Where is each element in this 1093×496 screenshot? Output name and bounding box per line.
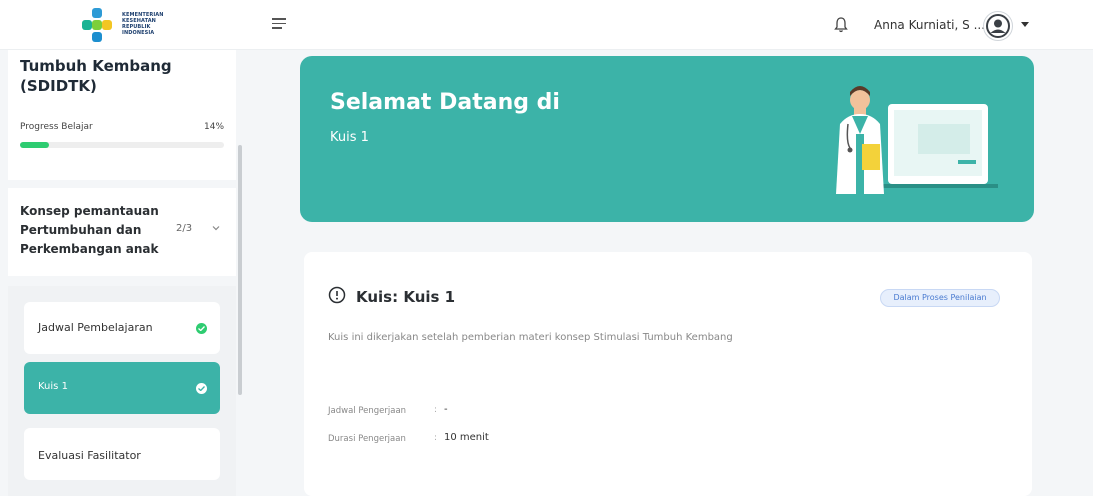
schedule-value: - (444, 404, 448, 415)
quiz-title: Kuis: Kuis 1 (356, 288, 456, 306)
caret-down-icon[interactable] (1021, 22, 1029, 27)
duration-label: Durasi Pengerjaan (328, 434, 406, 444)
status-badge: Dalam Proses Penilaian (880, 289, 1000, 307)
lesson-list: Jadwal Pembelajaran Kuis 1 Evaluasi Fasi… (8, 286, 236, 496)
alert-circle-icon (328, 286, 346, 304)
progress-label: Progress Belajar (20, 122, 93, 132)
course-title: Tumbuh Kembang (SDIDTK) (20, 57, 172, 95)
logo-text: KEMENTERIAN KESEHATAN REPUBLIK INDONESIA (122, 12, 164, 36)
duration-separator: : (434, 433, 438, 443)
lesson-item-evaluasi-fasilitator[interactable]: Evaluasi Fasilitator (24, 428, 220, 480)
doctor-illustration (836, 86, 998, 194)
schedule-separator: : (434, 405, 438, 415)
progress-bar (20, 142, 224, 148)
lesson-label: Jadwal Pembelajaran (38, 321, 153, 334)
lesson-label: Evaluasi Fasilitator (38, 449, 141, 462)
welcome-banner: Selamat Datang di Kuis 1 (300, 56, 1034, 222)
progress-percent: 14% (204, 122, 225, 132)
chevron-down-icon[interactable] (212, 224, 220, 232)
logo-line: INDONESIA (122, 30, 155, 36)
lesson-item-jadwal-pembelajaran[interactable]: Jadwal Pembelajaran (24, 302, 220, 354)
hamburger-icon[interactable] (272, 18, 286, 30)
bell-icon[interactable] (833, 16, 849, 34)
sidebar-scrollbar[interactable] (238, 145, 242, 395)
logo-mark-icon (82, 8, 112, 42)
user-avatar-icon[interactable] (983, 11, 1013, 41)
progress-fill (20, 142, 49, 148)
sidebar: Tumbuh Kembang (SDIDTK) Progress Belajar… (0, 50, 243, 496)
check-circle-icon (196, 323, 207, 334)
banner-subtitle: Kuis 1 (330, 130, 369, 145)
quiz-description: Kuis ini dikerjakan setelah pemberian ma… (328, 332, 733, 343)
section-count: 2/3 (176, 223, 193, 234)
user-name[interactable]: Anna Kurniati, S ... (874, 18, 985, 32)
kemenkes-logo[interactable]: KEMENTERIAN KESEHATAN REPUBLIK INDONESIA (80, 8, 180, 42)
banner-title: Selamat Datang di (330, 90, 560, 115)
section-title: Konsep pemantauan Pertumbuhan dan Perkem… (20, 204, 159, 256)
lesson-label: Kuis 1 (38, 381, 68, 392)
schedule-label: Jadwal Pengerjaan (328, 406, 407, 416)
top-bar: KEMENTERIAN KESEHATAN REPUBLIK INDONESIA… (0, 0, 1093, 50)
module-section[interactable]: Konsep pemantauan Pertumbuhan dan Perkem… (8, 188, 236, 276)
quiz-card: Kuis: Kuis 1 Dalam Proses Penilaian Kuis… (304, 252, 1032, 496)
duration-value: 10 menit (444, 432, 489, 443)
check-circle-icon (196, 383, 207, 394)
course-summary: Tumbuh Kembang (SDIDTK) Progress Belajar… (8, 50, 236, 180)
lesson-item-kuis-1[interactable]: Kuis 1 (24, 362, 220, 414)
